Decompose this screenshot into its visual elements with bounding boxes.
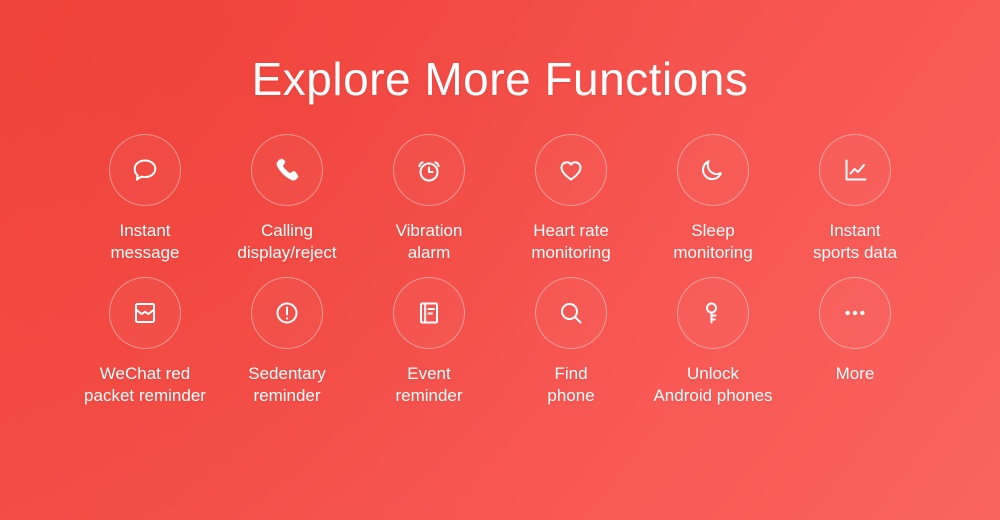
exclamation-circle-icon bbox=[270, 296, 304, 330]
icon-circle bbox=[109, 276, 181, 349]
feature-label: Calling display/reject bbox=[237, 221, 337, 263]
feature-label: More bbox=[835, 363, 875, 383]
feature-label: Vibration alarm bbox=[395, 221, 463, 263]
feature-label: WeChat red packet reminder bbox=[84, 363, 206, 406]
page-title: Explore More Functions bbox=[251, 53, 749, 105]
feature-item-unlock-android-phones[interactable]: Unlock Android phones bbox=[642, 276, 784, 408]
icon-circle bbox=[535, 134, 607, 206]
crescent-moon-icon bbox=[696, 153, 730, 187]
feature-grid: Instant message Calling display/reject V… bbox=[0, 134, 1000, 408]
line-chart-icon bbox=[838, 153, 872, 187]
chat-bubble-icon bbox=[128, 153, 162, 187]
feature-label: Find phone bbox=[547, 363, 595, 406]
feature-item-heart-rate-monitoring[interactable]: Heart rate monitoring bbox=[500, 134, 642, 265]
feature-item-vibration-alarm[interactable]: Vibration alarm bbox=[358, 134, 500, 265]
heart-icon bbox=[554, 153, 588, 187]
feature-label: Instant sports data bbox=[812, 221, 898, 263]
magnifier-icon bbox=[554, 296, 588, 330]
feature-label: Instant message bbox=[110, 221, 180, 263]
icon-circle bbox=[677, 276, 749, 349]
document-icon bbox=[412, 296, 446, 330]
icon-circle bbox=[819, 276, 891, 349]
icon-circle bbox=[535, 276, 607, 349]
feature-label: Unlock Android phones bbox=[653, 363, 773, 406]
ellipsis-icon bbox=[838, 296, 872, 330]
feature-row-1: Instant message Calling display/reject V… bbox=[0, 134, 1000, 265]
feature-item-instant-sports-data[interactable]: Instant sports data bbox=[784, 134, 926, 265]
feature-item-more[interactable]: More bbox=[784, 276, 926, 385]
icon-circle bbox=[393, 134, 465, 206]
feature-label: Sleep monitoring bbox=[673, 221, 753, 263]
feature-item-instant-message[interactable]: Instant message bbox=[74, 134, 216, 265]
icon-circle bbox=[819, 134, 891, 206]
icon-circle bbox=[251, 276, 323, 349]
feature-item-find-phone[interactable]: Find phone bbox=[500, 276, 642, 408]
icon-circle bbox=[251, 134, 323, 206]
feature-item-calling-display-reject[interactable]: Calling display/reject bbox=[216, 134, 358, 265]
feature-label: Sedentary reminder bbox=[248, 363, 326, 406]
feature-item-sleep-monitoring[interactable]: Sleep monitoring bbox=[642, 134, 784, 265]
icon-circle bbox=[677, 134, 749, 206]
feature-item-wechat-red-packet-reminder[interactable]: WeChat red packet reminder bbox=[74, 276, 216, 408]
icon-circle bbox=[393, 276, 465, 349]
feature-row-2: WeChat red packet reminder Sedentary rem… bbox=[0, 276, 1000, 408]
icon-circle bbox=[109, 134, 181, 206]
feature-item-sedentary-reminder[interactable]: Sedentary reminder bbox=[216, 276, 358, 408]
alarm-clock-icon bbox=[412, 153, 446, 187]
phone-handset-icon bbox=[270, 153, 304, 187]
feature-item-event-reminder[interactable]: Event reminder bbox=[358, 276, 500, 408]
feature-label: Event reminder bbox=[395, 363, 463, 406]
key-icon bbox=[696, 296, 730, 330]
feature-label: Heart rate monitoring bbox=[531, 221, 611, 263]
envelope-icon bbox=[128, 296, 162, 330]
promo-banner: Explore More Functions Instant message C… bbox=[0, 0, 1000, 520]
